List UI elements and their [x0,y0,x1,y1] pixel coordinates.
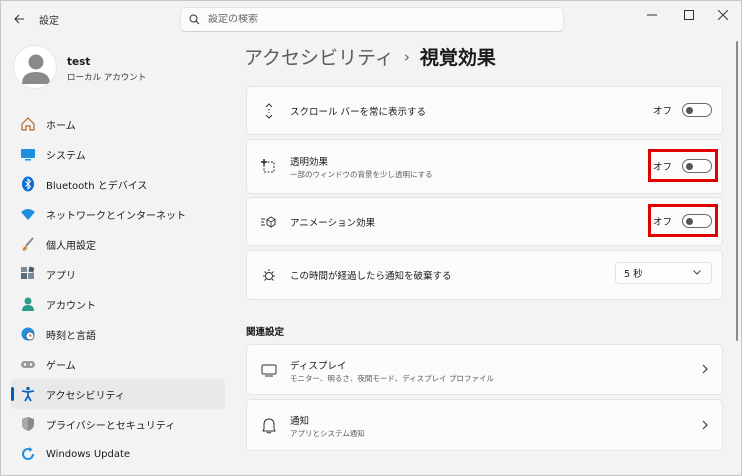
sidebar-item-system[interactable]: システム [11,139,225,169]
profile-account-type: ローカル アカウント [67,73,147,83]
sidebar-item-gaming[interactable]: ゲーム [11,349,225,379]
gamepad-icon [19,355,37,373]
highlight-box [648,204,718,237]
account-icon [19,295,37,313]
page-title: 視覚効果 [419,47,496,69]
back-button[interactable] [7,7,31,31]
setting-title: アニメーション効果 [290,218,376,229]
sidebar-item-bluetooth[interactable]: Bluetooth とデバイス [11,169,225,199]
search-icon [189,14,200,25]
toggle-state-label: オフ [652,106,672,117]
update-icon [19,445,37,463]
brush-icon [19,235,37,253]
breadcrumb-separator: › [403,47,410,66]
related-display-card[interactable]: ディスプレイ モニター、明るさ、夜間モード、ディスプレイ プロファイル [246,344,723,395]
highlight-box [648,149,718,182]
setting-notification-timeout-card: この時間が経過したら通知を破棄する 5 秒 [246,250,723,300]
sidebar-item-personalization[interactable]: 個人用設定 [11,229,225,259]
sidebar-item-network[interactable]: ネットワークとインターネット [11,199,225,229]
minimize-button[interactable] [635,1,669,29]
setting-title: 通知 [290,416,310,427]
setting-description: モニター、明るさ、夜間モード、ディスプレイ プロファイル [290,374,494,383]
apps-icon [19,265,37,283]
related-notifications-card[interactable]: 通知 アプリとシステム通知 [246,399,723,451]
system-icon [19,145,37,163]
chevron-right-icon [702,363,708,377]
setting-description: 一部のウィンドウの背景を少し透明にする [290,170,433,179]
setting-title: ディスプレイ [290,361,347,372]
setting-title: スクロール バーを常に表示する [290,107,427,118]
scrollbars-toggle-group: オフ [653,103,712,117]
chevron-right-icon [702,419,708,433]
sidebar-item-apps[interactable]: アプリ [11,259,225,289]
bluetooth-icon [19,175,37,193]
user-avatar-icon [22,54,50,84]
breadcrumb-parent[interactable]: アクセシビリティ [244,43,394,70]
maximize-icon [684,10,694,20]
scrollbar[interactable] [736,41,738,341]
accessibility-icon [19,385,37,403]
sidebar-item-privacy[interactable]: プライバシーとセキュリティ [11,409,225,439]
setting-title: 透明効果 [290,157,329,168]
close-button[interactable] [706,1,740,29]
sidebar-item-label: 個人用設定 [46,240,96,252]
notification-timeout-dropdown[interactable]: 5 秒 [615,262,712,284]
setting-scrollbars-card: スクロール バーを常に表示する オフ [246,86,723,135]
sidebar-item-home[interactable]: ホーム [11,109,225,139]
setting-description: アプリとシステム通知 [290,429,365,438]
home-icon [19,115,37,133]
sun-timer-icon [261,267,277,283]
title-bar: 設定 [1,1,741,37]
sidebar-item-label: システム [46,150,86,162]
transparency-icon [261,158,277,174]
sidebar-item-label: 時刻と言語 [46,330,96,342]
shield-icon [19,415,37,433]
back-arrow-icon [13,14,24,24]
sidebar-nav: ホーム システム Bluetooth とデバイス ネットワークとインターネット … [11,109,225,469]
minimize-icon [647,14,657,16]
sidebar-item-label: ネットワークとインターネット [46,210,186,222]
sidebar-item-label: アクセシビリティ [46,390,125,402]
sidebar-item-label: ホーム [46,120,76,132]
scrollbars-toggle[interactable] [682,103,712,117]
user-profile[interactable]: test ローカル アカウント [13,45,213,91]
globe-clock-icon [19,325,37,343]
sidebar-item-label: Bluetooth とデバイス [46,180,148,192]
monitor-icon [261,362,277,378]
sidebar-item-time-language[interactable]: 時刻と言語 [11,319,225,349]
sidebar-item-label: アカウント [46,300,96,312]
sidebar-item-label: Windows Update [46,448,131,460]
setting-transparency-card: 透明効果 一部のウィンドウの背景を少し透明にする オフ [246,139,723,194]
profile-name: test [67,56,91,68]
sidebar-item-windows-update[interactable]: Windows Update [11,439,225,469]
search-input[interactable] [208,14,528,25]
sidebar-item-accounts[interactable]: アカウント [11,289,225,319]
dropdown-value: 5 秒 [624,269,643,280]
avatar [13,45,57,89]
sidebar-item-label: ゲーム [46,360,76,372]
setting-title: この時間が経過したら通知を破棄する [290,271,452,282]
bell-icon [261,418,277,434]
sidebar-item-label: プライバシーとセキュリティ [46,420,176,432]
sidebar-item-label: アプリ [46,270,76,282]
maximize-button[interactable] [672,1,706,29]
wifi-icon [19,205,37,223]
scrollbar-arrows-icon [261,103,277,119]
search-box[interactable] [180,7,564,32]
breadcrumb: アクセシビリティ › 視覚効果 [244,43,496,70]
animation-icon [261,214,277,230]
sidebar-item-accessibility[interactable]: アクセシビリティ [11,379,225,409]
chevron-down-icon [693,268,701,277]
close-icon [718,10,728,20]
setting-animation-card: アニメーション効果 オフ [246,197,723,246]
related-settings-heading: 関連設定 [246,327,285,338]
app-title: 設定 [39,16,59,27]
